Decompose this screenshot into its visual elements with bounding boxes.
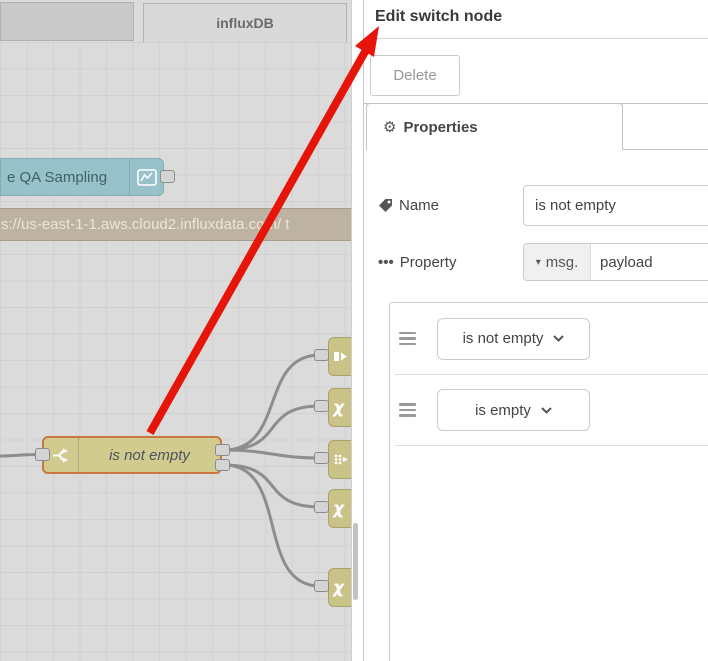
function-icon: χ — [333, 577, 344, 598]
port-switch-input[interactable] — [35, 448, 50, 461]
property-value-field[interactable]: payload — [591, 244, 708, 280]
port-chart-output[interactable] — [160, 170, 175, 183]
edit-switch-node-panel: Edit switch node Delete ⚙ Properties Nam… — [352, 0, 708, 661]
drag-handle-icon[interactable] — [399, 331, 416, 346]
port-mini-2[interactable] — [314, 400, 329, 412]
ellipsis-icon: ••• — [378, 254, 394, 271]
function-icon: χ — [333, 498, 344, 519]
node-mini-join[interactable] — [328, 337, 351, 376]
port-mini-4[interactable] — [314, 501, 329, 513]
port-mini-1[interactable] — [314, 349, 329, 361]
node-mini-split[interactable] — [328, 440, 351, 479]
node-label: is not empty — [109, 446, 190, 464]
join-icon — [334, 352, 347, 361]
chevron-down-icon — [553, 335, 565, 342]
rule-row-2: is empty — [390, 375, 708, 445]
rule-separator — [395, 445, 708, 446]
node-label: s://us-east-1-1.aws.cloud2.influxdata.co… — [1, 216, 290, 233]
chart-line-icon — [129, 159, 163, 195]
panel-left-border — [363, 0, 364, 661]
caret-down-icon: ▾ — [535, 256, 541, 268]
gear-icon: ⚙ — [383, 118, 397, 136]
node-mini-function-1[interactable]: χ — [328, 388, 351, 427]
property-label: ••• Property — [378, 254, 457, 271]
split-icon — [334, 454, 348, 465]
port-switch-output-1[interactable] — [215, 444, 230, 456]
rules-container: is not empty is empty — [389, 302, 708, 661]
node-mini-function-3[interactable]: χ — [328, 568, 351, 607]
port-switch-output-2[interactable] — [215, 459, 230, 471]
node-switch-is-not-empty[interactable]: is not empty — [42, 436, 222, 474]
canvas-vertical-scrollbar[interactable] — [353, 523, 358, 600]
rule-2-operator-select[interactable]: is empty — [437, 389, 590, 431]
function-icon: χ — [333, 397, 344, 418]
panel-title: Edit switch node — [375, 8, 503, 25]
tab-properties[interactable]: ⚙ Properties — [366, 103, 623, 150]
name-label: Name — [378, 197, 439, 214]
header-divider — [364, 38, 708, 39]
tab-properties-label: Properties — [403, 118, 478, 136]
property-typed-input[interactable]: ▾ msg. payload — [523, 243, 708, 281]
delete-button[interactable]: Delete — [370, 55, 460, 96]
workspace-tabbar: influxDB — [0, 0, 351, 42]
port-mini-3[interactable] — [314, 452, 329, 464]
node-red-window: influxDB e QA Sampling s://us-east-1-1.a… — [0, 0, 708, 661]
property-type-button[interactable]: ▾ msg. — [524, 244, 591, 280]
tag-icon — [379, 199, 392, 212]
drag-handle-icon[interactable] — [399, 403, 416, 417]
workspace-tab-other[interactable] — [0, 2, 134, 41]
flow-canvas[interactable]: influxDB e QA Sampling s://us-east-1-1.a… — [0, 0, 352, 661]
tabbar-bottom-border — [623, 149, 708, 150]
name-input[interactable] — [523, 185, 708, 226]
rule-row-1: is not empty — [390, 303, 708, 374]
workspace-tab-influxdb[interactable]: influxDB — [143, 3, 347, 42]
canvas-grid — [0, 42, 351, 661]
node-influxdb-url[interactable]: s://us-east-1-1.aws.cloud2.influxdata.co… — [0, 208, 351, 241]
node-label: e QA Sampling — [7, 168, 108, 186]
rule-1-operator-select[interactable]: is not empty — [437, 317, 590, 360]
port-mini-5[interactable] — [314, 580, 329, 592]
workspace-tab-label: influxDB — [216, 15, 274, 31]
property-type-label: msg. — [545, 253, 579, 271]
chevron-down-icon — [541, 406, 552, 414]
node-mini-function-2[interactable]: χ — [328, 489, 351, 528]
node-chart-qa-sampling[interactable]: e QA Sampling — [0, 158, 164, 196]
